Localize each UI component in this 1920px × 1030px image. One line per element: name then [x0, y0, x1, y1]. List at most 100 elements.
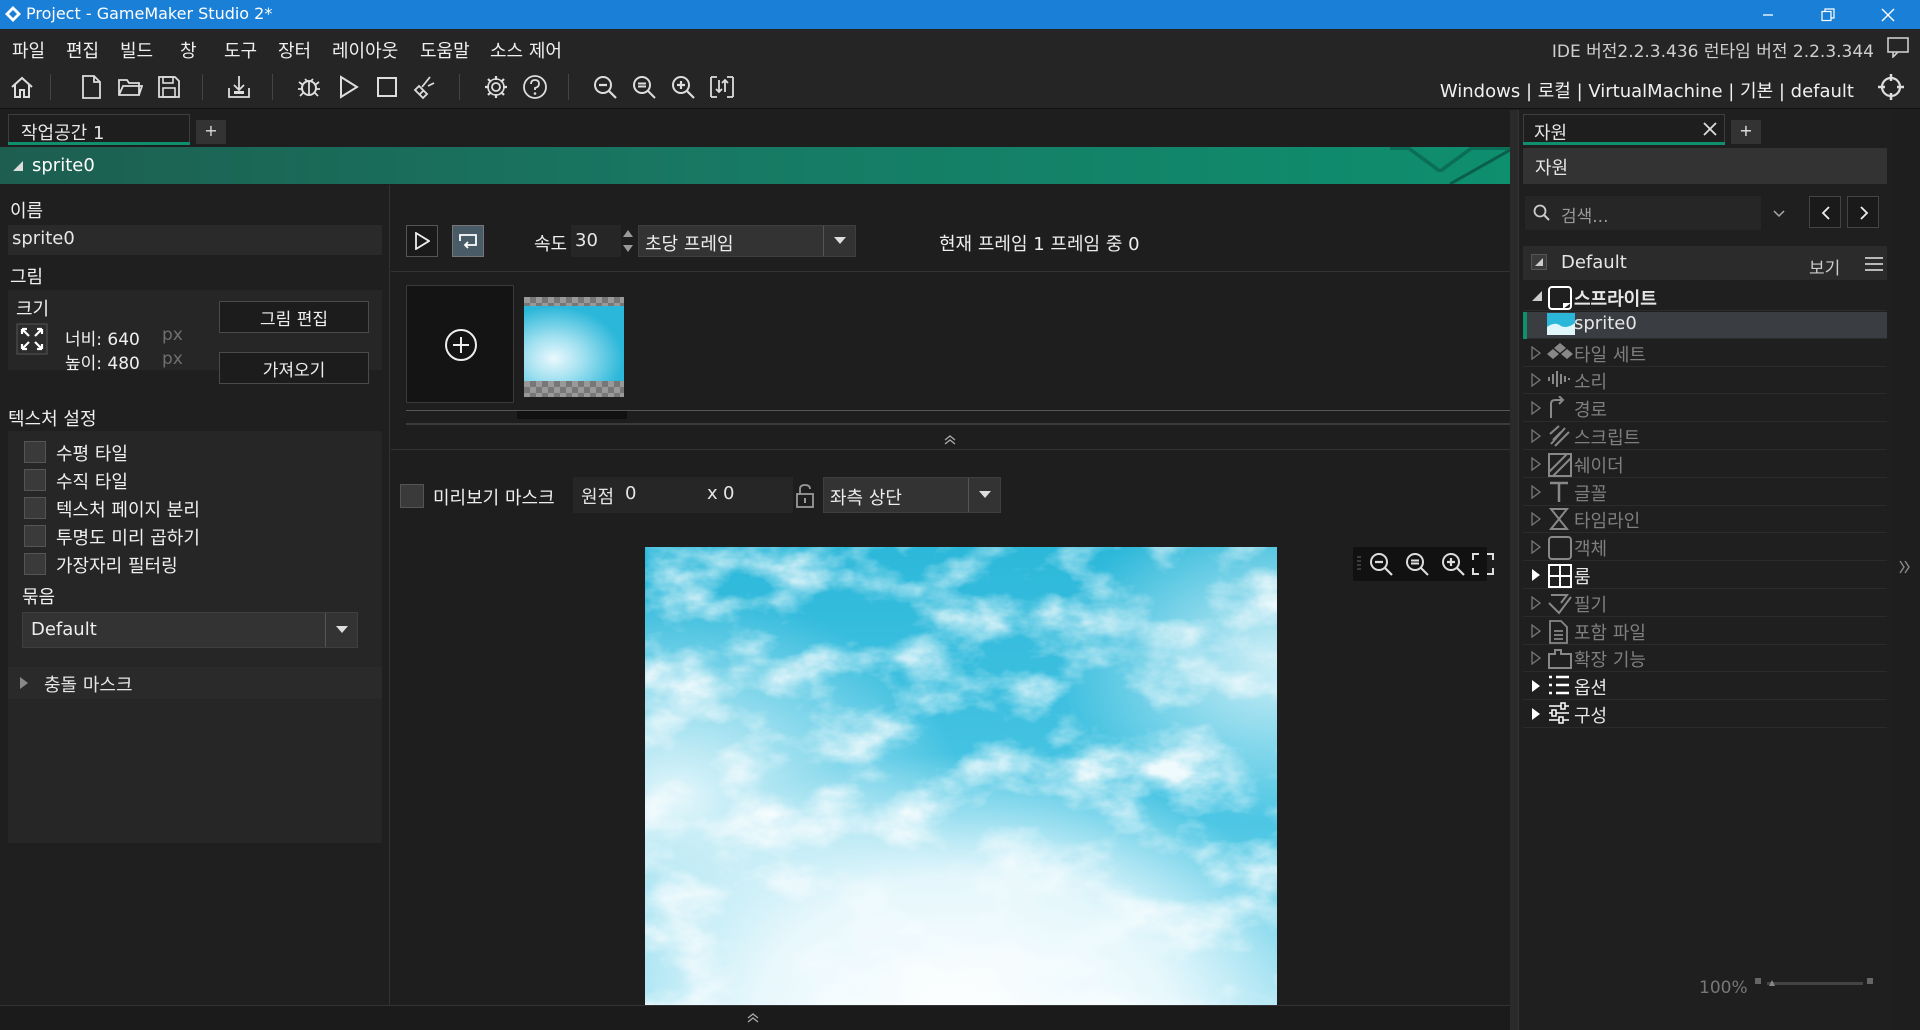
stop-button[interactable]: [370, 70, 404, 104]
resource-tree-item[interactable]: 옵션: [1523, 673, 1887, 701]
frame-thumbnail[interactable]: [524, 297, 624, 397]
collapse-triangle-icon[interactable]: [12, 160, 24, 172]
resize-icon[interactable]: [16, 323, 48, 355]
separate-texture-page-checkbox[interactable]: [24, 497, 46, 519]
add-frame-button[interactable]: [406, 285, 514, 403]
add-resource-tab-button[interactable]: +: [1731, 120, 1761, 144]
resource-tree-item[interactable]: 객체: [1523, 534, 1887, 562]
speed-unit-dropdown[interactable]: 초당 프레임: [638, 225, 856, 257]
expand-arrow-icon[interactable]: [1531, 568, 1541, 582]
zoom-out-icon[interactable]: [588, 70, 622, 104]
open-project-button[interactable]: [113, 70, 147, 104]
expand-arrow-icon[interactable]: [1531, 429, 1541, 443]
resource-tree-item[interactable]: 쉐이더: [1523, 451, 1887, 478]
zoom-in-icon[interactable]: [666, 70, 700, 104]
expand-arrow-icon[interactable]: [1531, 401, 1541, 416]
view-label[interactable]: 보기: [1809, 254, 1840, 279]
close-window-button[interactable]: [1860, 0, 1916, 29]
expand-arrow-icon[interactable]: [1531, 456, 1541, 471]
expand-arrow-icon[interactable]: [1531, 679, 1541, 693]
debug-button[interactable]: [292, 70, 326, 104]
help-icon[interactable]: [518, 70, 552, 104]
menu-tools[interactable]: 도구: [224, 37, 257, 63]
expand-arrow-icon[interactable]: [1531, 540, 1541, 555]
add-workspace-button[interactable]: +: [196, 120, 226, 144]
speed-stepper[interactable]: [621, 225, 635, 257]
loop-toggle-button[interactable]: [452, 225, 484, 257]
resource-tree-item[interactable]: 스프라이트: [1523, 284, 1887, 311]
new-project-button[interactable]: [74, 70, 108, 104]
edge-filtering-checkbox[interactable]: [24, 553, 46, 575]
speed-input[interactable]: 30: [571, 225, 621, 257]
expand-arrow-icon[interactable]: [1531, 623, 1541, 638]
expand-arrow-icon[interactable]: [1531, 290, 1543, 302]
resource-tree-item[interactable]: 포함 파일: [1523, 618, 1887, 645]
expand-arrow-icon[interactable]: [1531, 512, 1541, 527]
texture-group-dropdown[interactable]: Default: [22, 612, 358, 648]
canvas-zoom-in-icon[interactable]: [1439, 550, 1467, 578]
expand-arrow-icon[interactable]: [1531, 345, 1541, 360]
canvas-zoom-reset-icon[interactable]: [1403, 550, 1431, 578]
run-button[interactable]: [331, 70, 365, 104]
menu-build[interactable]: 빌드: [120, 37, 153, 63]
target-selector[interactable]: Windows | 로컬 | VirtualMachine | 기본 | def…: [1440, 77, 1854, 103]
tile-horizontal-checkbox[interactable]: [24, 441, 46, 463]
group-collapse-icon[interactable]: [1531, 254, 1547, 270]
resource-tree-item[interactable]: 타일 세트: [1523, 340, 1887, 367]
target-settings-icon[interactable]: [1874, 70, 1908, 104]
fit-window-icon[interactable]: [705, 70, 739, 104]
create-executable-button[interactable]: [222, 70, 256, 104]
import-button[interactable]: 가져오기: [219, 352, 369, 384]
origin-x-field[interactable]: 원점 0: [573, 477, 703, 513]
origin-y-field[interactable]: x 0: [703, 477, 793, 513]
zoom-slider[interactable]: [1755, 976, 1873, 992]
clean-button[interactable]: [409, 70, 443, 104]
lock-open-icon[interactable]: [795, 483, 815, 509]
resource-tree-item[interactable]: 필기: [1523, 590, 1887, 617]
workspace-tab[interactable]: 작업공간 1: [8, 114, 190, 145]
notification-icon[interactable]: [1886, 36, 1910, 58]
next-button[interactable]: [1847, 196, 1879, 228]
close-tab-icon[interactable]: [1702, 121, 1718, 137]
resources-tab[interactable]: 자원: [1523, 114, 1725, 145]
zoom-reset-icon[interactable]: [627, 70, 661, 104]
resource-tree-item[interactable]: 룸: [1523, 562, 1887, 589]
expand-arrow-icon[interactable]: [1531, 373, 1541, 388]
home-button[interactable]: [5, 70, 39, 104]
preview-mask-checkbox[interactable]: [400, 484, 424, 508]
resource-tree-item[interactable]: 구성: [1523, 701, 1887, 728]
sprite-canvas-image[interactable]: [645, 547, 1277, 1005]
menu-marketplace[interactable]: 장터: [278, 37, 311, 63]
origin-preset-dropdown[interactable]: 좌측 상단: [823, 477, 1001, 513]
expand-right-chevron-icon[interactable]: [1899, 560, 1911, 574]
resource-tree-item[interactable]: 글꼴: [1523, 479, 1887, 506]
resource-tree-item[interactable]: 확장 기능: [1523, 645, 1887, 673]
resource-tree-item[interactable]: 경로: [1523, 395, 1887, 423]
expand-arrow-icon[interactable]: [1531, 651, 1541, 666]
resource-tree-item[interactable]: 타임라인: [1523, 506, 1887, 534]
search-options-chevron-icon[interactable]: [1773, 210, 1785, 218]
tile-vertical-checkbox[interactable]: [24, 469, 46, 491]
restore-button[interactable]: [1800, 0, 1856, 29]
hamburger-menu-icon[interactable]: [1865, 257, 1883, 271]
expand-arrow-icon[interactable]: [1531, 707, 1541, 721]
grip-icon[interactable]: [1357, 556, 1361, 572]
resource-tree-item[interactable]: sprite0: [1523, 311, 1887, 339]
premultiply-alpha-checkbox[interactable]: [24, 525, 46, 547]
fullscreen-icon[interactable]: [1471, 552, 1495, 576]
edit-image-button[interactable]: 그림 편집: [219, 301, 369, 333]
menu-layouts[interactable]: 레이아웃: [332, 37, 398, 63]
previous-button[interactable]: [1809, 196, 1841, 228]
minimize-button[interactable]: [1740, 0, 1796, 29]
sprite-name-field[interactable]: sprite0: [8, 225, 382, 255]
bottom-splitter[interactable]: [0, 1005, 1510, 1030]
menu-help[interactable]: 도움말: [420, 37, 470, 63]
expand-arrow-icon[interactable]: [1531, 595, 1541, 610]
right-panel-splitter[interactable]: [1510, 110, 1518, 1030]
splitter[interactable]: [391, 427, 1510, 449]
menu-edit[interactable]: 편집: [66, 37, 99, 63]
expand-arrow-icon[interactable]: [1531, 484, 1541, 499]
menu-file[interactable]: 파일: [12, 37, 45, 63]
play-animation-button[interactable]: [406, 225, 438, 257]
canvas-zoom-out-icon[interactable]: [1367, 550, 1395, 578]
